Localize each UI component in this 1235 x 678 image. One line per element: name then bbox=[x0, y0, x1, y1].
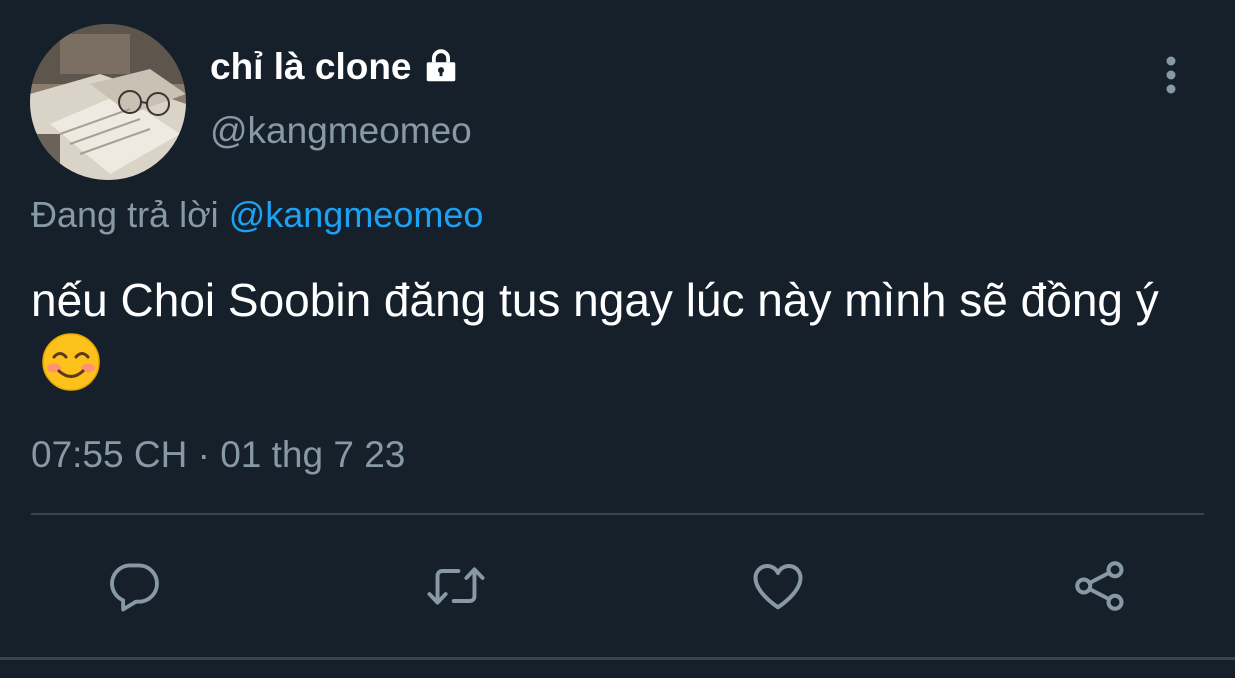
avatar-photo bbox=[30, 24, 186, 180]
display-name[interactable]: chỉ là clone bbox=[210, 46, 412, 88]
tweet-text-content: nếu Choi Soobin đăng tus ngay lúc này mì… bbox=[31, 268, 1171, 408]
reply-button[interactable] bbox=[104, 556, 164, 616]
tweet-text: nếu Choi Soobin đăng tus ngay lúc này mì… bbox=[31, 268, 1211, 408]
lock-icon bbox=[422, 48, 460, 86]
avatar[interactable] bbox=[30, 24, 186, 180]
reply-icon bbox=[110, 563, 159, 612]
smiling-face-emoji bbox=[41, 332, 101, 408]
tweet-timestamp[interactable]: 07:55 CH · 01 thg 7 23 bbox=[31, 434, 405, 476]
share-icon bbox=[1075, 561, 1124, 611]
author-name-row: chỉ là clone bbox=[210, 44, 460, 90]
retweet-button[interactable] bbox=[426, 556, 486, 616]
reply-handle-link[interactable]: @kangmeomeo bbox=[229, 194, 484, 235]
heart-icon bbox=[753, 564, 803, 610]
bottom-divider bbox=[0, 657, 1235, 660]
reply-prefix: Đang trả lời bbox=[31, 194, 219, 235]
more-options-icon[interactable] bbox=[1156, 52, 1186, 98]
retweet-icon bbox=[427, 567, 485, 605]
author-handle[interactable]: @kangmeomeo bbox=[210, 110, 472, 152]
tweet-body: nếu Choi Soobin đăng tus ngay lúc này mì… bbox=[31, 274, 1159, 326]
share-button[interactable] bbox=[1070, 556, 1130, 616]
like-button[interactable] bbox=[748, 556, 808, 616]
reply-context: Đang trả lời @kangmeomeo bbox=[31, 194, 483, 236]
divider bbox=[31, 513, 1204, 515]
